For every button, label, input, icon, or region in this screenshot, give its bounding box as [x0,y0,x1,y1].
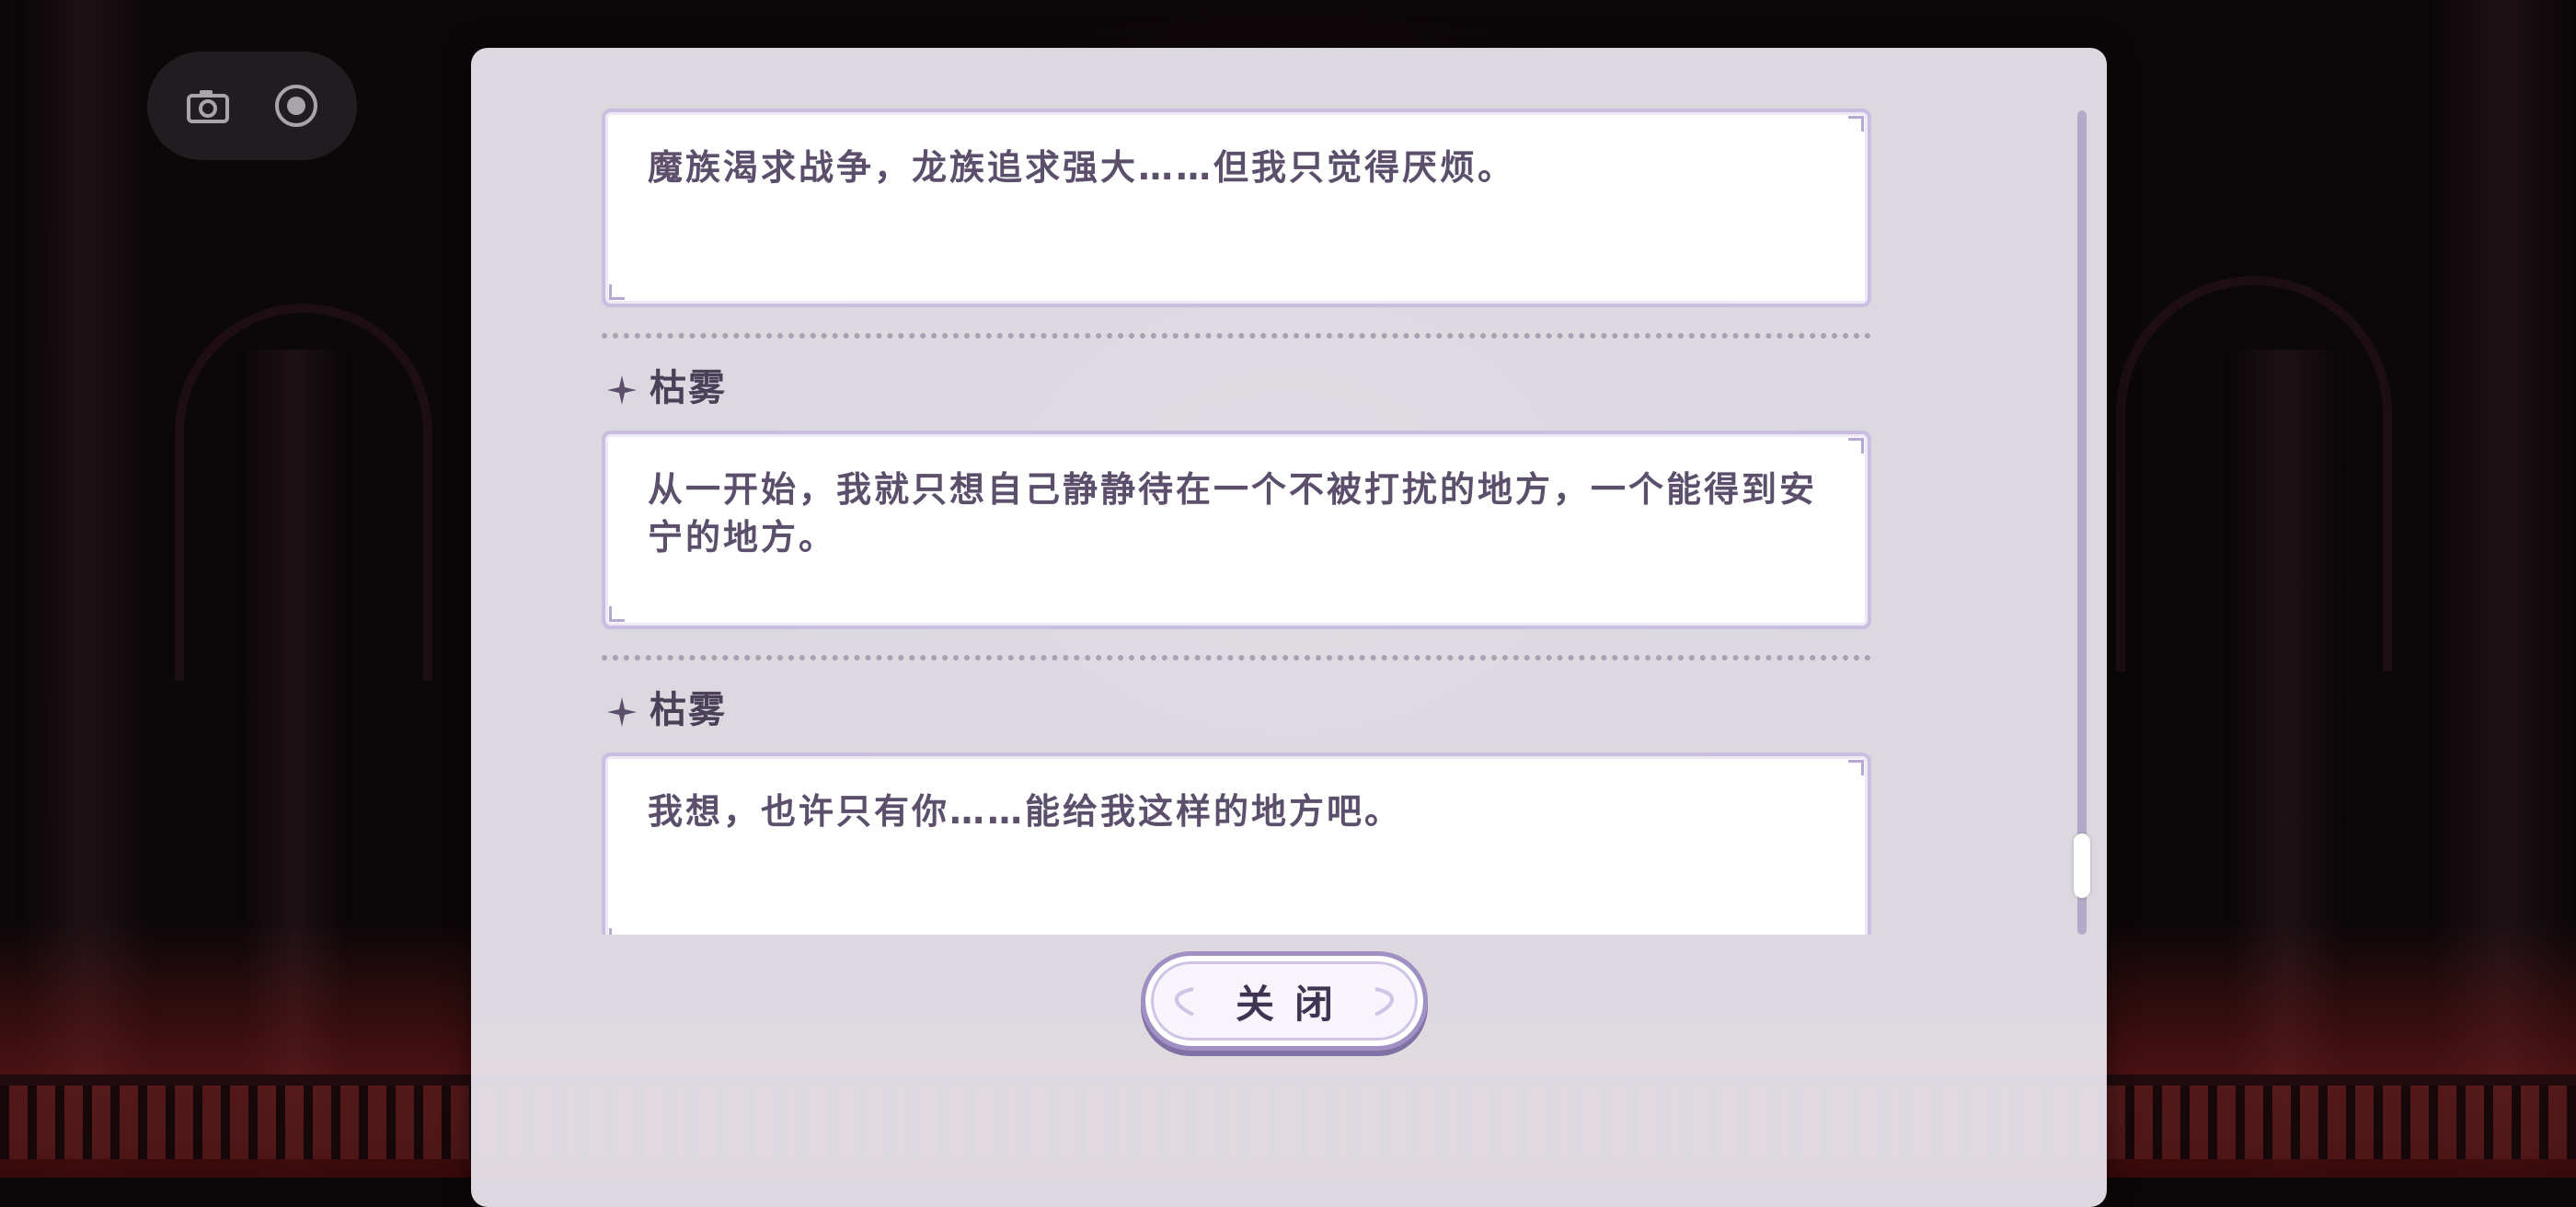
record-icon [275,85,317,127]
speaker-name: 枯雾 [650,689,727,731]
background-arch [2116,276,2392,672]
background-pillar [18,0,156,1178]
dialogue-text: 从一开始，我就只想自己静静待在一个不被打扰的地方，一个能得到安宁的地方。 [648,469,1818,558]
speaker-name: 枯雾 [650,367,727,409]
speaker-header: 枯雾 [602,357,1982,412]
ornament-left-icon [1174,987,1194,1017]
background-pillar [2226,350,2346,1178]
camera-icon [187,90,229,123]
sparkle-icon [607,375,637,405]
speaker-header: 枯雾 [602,679,1982,734]
screenshot-button[interactable] [173,71,243,141]
dialogue-bubble: 我想，也许只有你……能给我这样的地方吧。 [602,753,1871,935]
dialogue-history-panel: 魔族渴求战争，龙族追求强大……但我只觉得厌烦。 枯雾 从一开始，我就只想自己静静… [471,48,2107,1207]
record-button[interactable] [261,71,331,141]
scrollbar-thumb[interactable] [2074,833,2090,898]
dialogue-bubble: 从一开始，我就只想自己静静待在一个不被打扰的地方，一个能得到安宁的地方。 [602,431,1871,629]
background-pillar [239,350,350,1178]
background-arch [175,304,432,681]
dialogue-text: 我想，也许只有你……能给我这样的地方吧。 [648,791,1403,832]
scrollbar-track[interactable] [2074,110,2090,935]
dialogue-text: 魔族渴求战争，龙族追求强大……但我只觉得厌烦。 [648,147,1516,188]
background-pillar [2429,0,2576,1178]
close-button-label: 关闭 [1235,981,1353,1027]
close-button[interactable]: 关闭 [1141,951,1428,1051]
sparkle-icon [607,697,637,727]
ornament-right-icon [1374,987,1395,1017]
dotted-divider [602,655,1871,661]
dialogue-log[interactable]: 魔族渴求战争，龙族追求强大……但我只觉得厌烦。 枯雾 从一开始，我就只想自己静静… [602,109,1982,935]
dotted-divider [602,333,1871,339]
capture-toolbar [147,52,357,160]
dialogue-bubble: 魔族渴求战争，龙族追求强大……但我只觉得厌烦。 [602,109,1871,307]
